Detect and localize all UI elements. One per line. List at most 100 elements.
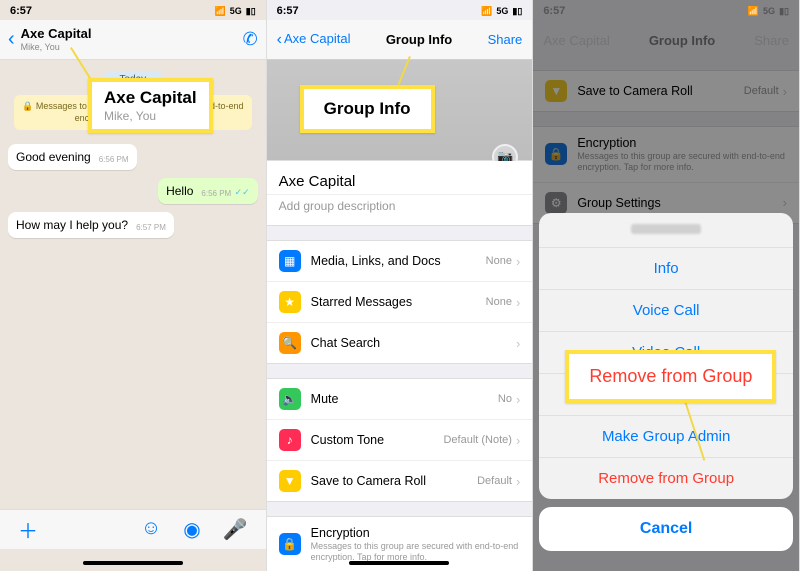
msg-time: 6:56 PM [99, 155, 129, 164]
battery-icon: ▮▯ [512, 6, 522, 17]
back-link: Axe Capital [543, 33, 609, 48]
status-time: 6:57 [277, 5, 299, 17]
mute-icon: 🔈 [279, 388, 301, 410]
msg-text: Good evening [16, 150, 91, 164]
opt-make-admin[interactable]: Make Group Admin [539, 416, 793, 458]
callout-group-info: Group Info [300, 85, 435, 133]
back-icon[interactable]: ‹ [8, 28, 15, 51]
add-icon[interactable]: ＋ [18, 515, 38, 544]
cell-tone[interactable]: ♪Custom ToneDefault (Note)› [267, 420, 533, 461]
signal-icon: 📶 [748, 6, 759, 17]
cell-label: Mute [311, 392, 498, 406]
cell-label: Starred Messages [311, 295, 486, 309]
save-icon: ▼ [545, 80, 567, 102]
call-icon[interactable]: ✆ [243, 29, 258, 50]
share-link: Share [754, 33, 789, 48]
chat-title: Axe Capital [21, 27, 92, 41]
chevron-right-icon: › [516, 254, 520, 269]
msg-time: 6:57 PM [136, 223, 166, 232]
tone-icon: ♪ [279, 429, 301, 451]
star-icon: ★ [279, 291, 301, 313]
action-sheet-cancel[interactable]: Cancel [539, 507, 793, 551]
panel-chat: 6:57 📶 5G ▮▯ ‹ Axe Capital Mike, You ✆ T… [0, 0, 267, 571]
status-bar: 6:57 📶 5G ▮▯ [533, 0, 799, 20]
msg-out[interactable]: Hello6:56 PM ✓✓ [158, 178, 258, 204]
cell-save: ▼ Save to Camera RollDefault › [533, 71, 799, 111]
cell-label: EncryptionMessages to this group are sec… [577, 136, 787, 173]
cell-starred[interactable]: ★ Starred MessagesNone › [267, 282, 533, 323]
gear-icon: ⚙ [545, 192, 567, 214]
cell-label: Save to Camera Roll [311, 474, 477, 488]
battery-icon: ▮▯ [246, 6, 256, 17]
network-label: 5G [230, 6, 242, 16]
cell-label: EncryptionMessages to this group are sec… [311, 526, 521, 563]
nav-title: Group Info [386, 32, 452, 47]
sticker-icon[interactable]: ☺ [141, 517, 161, 542]
status-indicators: 📶 5G ▮▯ [748, 6, 789, 17]
msg-in[interactable]: How may I help you? 6:57 PM [8, 212, 174, 238]
mic-icon[interactable]: 🎤 [223, 517, 248, 542]
callout-sub: Mike, You [104, 109, 197, 123]
panel-group-info: 6:57 📶 5G ▮▯ Axe Capital Group Info Shar… [267, 0, 534, 571]
network-label: 5G [763, 6, 775, 16]
cell-value: None [486, 255, 512, 267]
chat-title-block[interactable]: Axe Capital Mike, You [21, 27, 92, 51]
save-icon: ▼ [279, 470, 301, 492]
msg-time: 6:56 PM [201, 189, 231, 198]
cell-encryption: 🔒EncryptionMessages to this group are se… [533, 127, 799, 183]
cell-media[interactable]: ▦Media, Links, and DocsNone› [267, 241, 533, 282]
nav-title: Group Info [649, 33, 715, 48]
cell-label: Save to Camera Roll [577, 84, 743, 98]
status-time: 6:57 [10, 5, 32, 17]
status-time: 6:57 [543, 5, 565, 17]
chevron-right-icon: › [516, 474, 520, 489]
action-sheet-title [539, 213, 793, 248]
chat-toolbar: ＋ ☺ ◉ 🎤 [0, 509, 266, 549]
status-indicators: 📶 5G ▮▯ [215, 6, 256, 17]
home-indicator [349, 561, 449, 565]
home-indicator [83, 561, 183, 565]
cell-value: No [498, 393, 512, 405]
chevron-right-icon: › [516, 295, 520, 310]
chevron-right-icon: › [516, 336, 520, 351]
cell-value: Default [744, 85, 779, 97]
chevron-right-icon: › [783, 84, 787, 99]
share-link[interactable]: Share [488, 32, 523, 47]
group-name: Axe Capital [279, 173, 521, 190]
msg-text: How may I help you? [16, 218, 128, 232]
network-label: 5G [496, 6, 508, 16]
msg-in[interactable]: Good evening 6:56 PM [8, 144, 137, 170]
cell-mute[interactable]: 🔈 MuteNo › [267, 379, 533, 420]
cell-sub: Messages to this group are secured with … [577, 151, 787, 173]
battery-icon: ▮▯ [779, 6, 789, 17]
chevron-right-icon: › [516, 392, 520, 407]
cell-label: Media, Links, and Docs [311, 254, 486, 268]
group-name-cell[interactable]: Axe Capital [267, 161, 533, 195]
opt-info[interactable]: Info [539, 248, 793, 290]
camera-icon[interactable]: ◉ [183, 517, 200, 542]
callout-remove: Remove from Group [565, 350, 776, 403]
status-indicators: 📶 5G ▮▯ [481, 6, 522, 17]
search-icon: 🔍 [279, 332, 301, 354]
status-bar: 6:57 📶 5G ▮▯ [0, 0, 266, 20]
cell-label: Chat Search [311, 336, 516, 350]
opt-voice-call[interactable]: Voice Call [539, 290, 793, 332]
msg-text: Hello [166, 184, 193, 198]
cell-search[interactable]: 🔍 Chat Search› [267, 323, 533, 363]
signal-icon: 📶 [215, 6, 226, 17]
signal-icon: 📶 [481, 6, 492, 17]
group-desc-cell[interactable]: Add group description [267, 195, 533, 225]
cell-value: None [486, 296, 512, 308]
panel-action-sheet: ▼ Save to Camera RollDefault › 🔒Encryption… [533, 0, 800, 571]
chat-nav: ‹ Axe Capital Mike, You ✆ [0, 20, 266, 60]
callout-title: Axe Capital [104, 88, 197, 108]
cell-save[interactable]: ▼ Save to Camera RollDefault › [267, 461, 533, 501]
cell-value: Default [477, 475, 512, 487]
groupinfo-nav: Axe Capital Group Info Share [267, 20, 533, 60]
blurred-name [631, 224, 701, 234]
opt-remove-from-group[interactable]: Remove from Group [539, 458, 793, 499]
back-link[interactable]: Axe Capital [277, 31, 351, 49]
cell-label-text: Encryption [311, 526, 370, 540]
cell-sub: Messages to this group are secured with … [311, 541, 521, 563]
groupinfo-nav: Axe Capital Group Info Share [533, 20, 799, 60]
